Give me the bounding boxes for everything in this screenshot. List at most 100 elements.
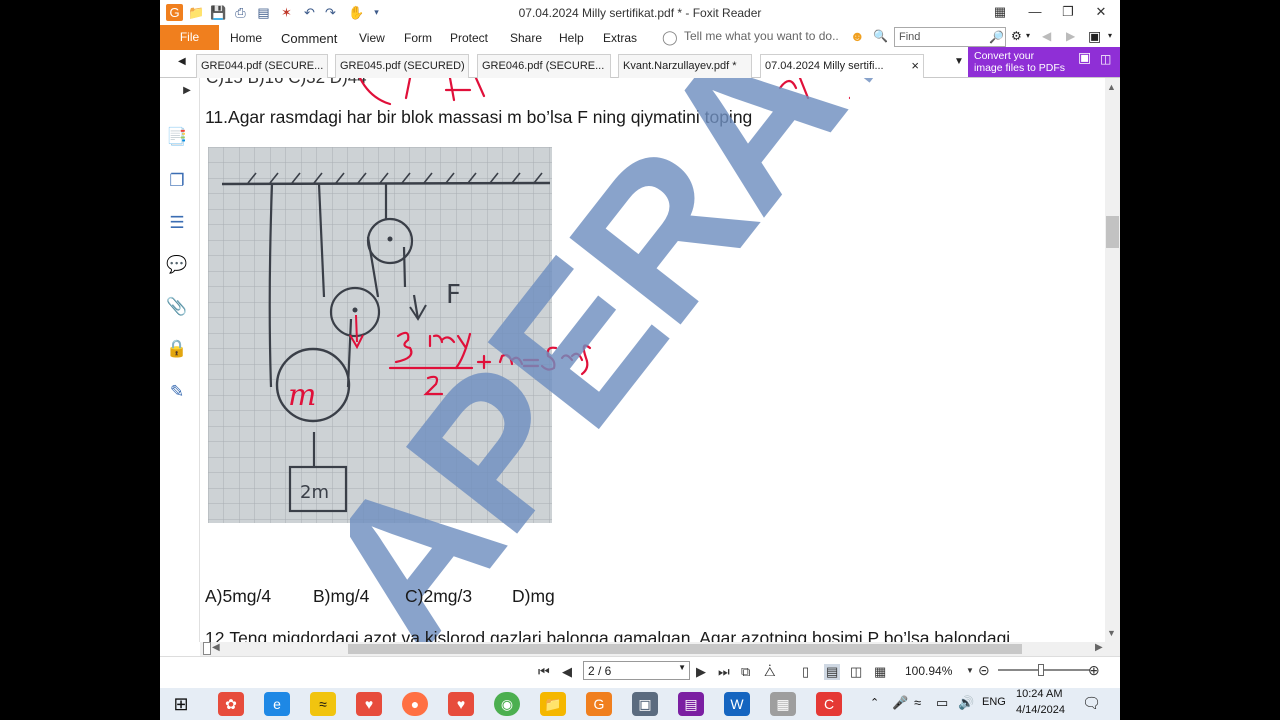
user-dropdown-icon[interactable]: ▾: [1108, 31, 1112, 40]
scroll-right-arrow-icon[interactable]: ▶: [1095, 642, 1103, 653]
page-number-field[interactable]: 2 / 6 ▼: [583, 661, 690, 680]
chrome-icon[interactable]: ◉: [494, 692, 520, 716]
single-page-icon[interactable]: ▯: [802, 664, 809, 680]
continuous-facing-icon[interactable]: ▦: [874, 664, 886, 680]
first-page-icon[interactable]: ⏮: [538, 664, 550, 680]
menu-home[interactable]: Home: [230, 31, 262, 45]
attachments-icon[interactable]: 📎: [166, 296, 188, 318]
app-heart2-icon[interactable]: ♥: [448, 692, 474, 716]
minimize-button[interactable]: —: [1020, 2, 1050, 22]
previous-view-icon[interactable]: ⧉: [741, 664, 750, 680]
menu-help[interactable]: Help: [559, 31, 584, 45]
open-folder-icon[interactable]: 📁: [188, 4, 205, 21]
back-icon[interactable]: ◀: [1042, 29, 1051, 43]
tab-list-dropdown-icon[interactable]: ▼: [954, 56, 964, 67]
app-gray-icon[interactable]: ▣: [632, 692, 658, 716]
undo-icon[interactable]: ↶: [301, 4, 318, 21]
tab-scroll-left-icon[interactable]: ◀: [178, 56, 186, 67]
app-logo-icon[interactable]: G: [166, 4, 183, 21]
edge-browser-icon[interactable]: e: [264, 692, 290, 716]
vertical-scroll-thumb[interactable]: [1106, 216, 1119, 248]
zoom-dropdown-icon[interactable]: ▼: [966, 666, 974, 675]
user-icon[interactable]: ▣: [1088, 28, 1101, 45]
tab-close-icon[interactable]: ×: [911, 55, 919, 77]
file-menu[interactable]: File: [160, 25, 219, 50]
split-box[interactable]: [203, 642, 211, 655]
zoom-in-icon[interactable]: ⊕: [1088, 662, 1100, 679]
next-page-icon[interactable]: ▶: [696, 664, 706, 680]
horizontal-scroll-thumb[interactable]: [348, 644, 1022, 654]
close-window-button[interactable]: ✕: [1086, 2, 1116, 22]
clock-date[interactable]: 4/14/2024: [1016, 704, 1065, 716]
menu-form[interactable]: Form: [404, 31, 432, 45]
app-c-icon[interactable]: C: [816, 692, 842, 716]
volume-icon[interactable]: 🔊: [958, 695, 974, 711]
foxit-taskbar-icon[interactable]: G: [586, 692, 612, 716]
find-search-icon[interactable]: 🔎: [989, 30, 1004, 44]
comments-icon[interactable]: 💬: [166, 254, 188, 276]
bookmarks-icon[interactable]: 📑: [166, 126, 188, 148]
tell-me-search[interactable]: Tell me what you want to do..: [684, 29, 839, 43]
word-icon[interactable]: W: [724, 692, 750, 716]
next-view-icon[interactable]: ⧊: [764, 664, 776, 680]
menu-protect[interactable]: Protect: [450, 31, 488, 45]
save-icon[interactable]: 💾: [210, 4, 227, 21]
scroll-up-arrow-icon[interactable]: ▲: [1107, 82, 1116, 92]
file-explorer-icon[interactable]: 📁: [540, 692, 566, 716]
layers-icon[interactable]: ☰: [166, 212, 188, 234]
menu-extras[interactable]: Extras: [603, 31, 637, 45]
settings-gear-icon[interactable]: ⚙: [1011, 29, 1022, 43]
smiley-icon[interactable]: ☻: [850, 28, 865, 44]
menu-share[interactable]: Share: [510, 31, 542, 45]
properties-icon[interactable]: ▤: [255, 4, 272, 21]
calculator-icon[interactable]: ▦: [770, 692, 796, 716]
security-lock-icon[interactable]: 🔒: [166, 338, 188, 360]
tab-gre044[interactable]: GRE044.pdf (SECURE...: [196, 54, 328, 78]
last-page-icon[interactable]: ⏭: [718, 664, 730, 680]
facing-pages-icon[interactable]: ◫: [850, 664, 862, 680]
tab-kvant[interactable]: Kvant.Narzullayev.pdf *: [618, 54, 752, 78]
language-indicator[interactable]: ENG: [982, 696, 1006, 708]
zoom-out-icon[interactable]: ⊝: [978, 662, 990, 679]
zoom-slider[interactable]: [998, 664, 1090, 676]
scroll-left-arrow-icon[interactable]: ◀: [212, 642, 220, 653]
tray-expand-icon[interactable]: ⌃: [870, 696, 879, 709]
forward-icon[interactable]: ▶: [1066, 29, 1075, 43]
app-red-icon[interactable]: ✿: [218, 692, 244, 716]
wifi-icon[interactable]: ≈: [914, 695, 921, 710]
menu-comment[interactable]: Comment: [281, 31, 337, 46]
customize-dropdown-icon[interactable]: ▾: [368, 4, 385, 21]
settings-dropdown-icon[interactable]: ▾: [1026, 31, 1030, 40]
redo-icon[interactable]: ↷: [322, 4, 339, 21]
page-dropdown-icon[interactable]: ▼: [678, 663, 686, 672]
expand-panel-icon[interactable]: ▶: [176, 80, 198, 102]
ribbon-options-icon[interactable]: ▦: [985, 2, 1015, 22]
previous-page-icon[interactable]: ◀: [562, 664, 572, 680]
banner-close-icon[interactable]: ◫: [1100, 53, 1111, 65]
print-icon[interactable]: ⎙: [232, 4, 249, 21]
winrar-icon[interactable]: ▤: [678, 692, 704, 716]
search-folder-icon[interactable]: 🔍: [873, 29, 888, 43]
app-heart-icon[interactable]: ♥: [356, 692, 382, 716]
tab-active-document[interactable]: 07.04.2024 Milly sertifi... ×: [760, 54, 924, 78]
tab-gre045[interactable]: GRE045.pdf (SECURED): [335, 54, 469, 78]
signature-icon[interactable]: ✎: [166, 381, 188, 403]
battery-icon[interactable]: ▭: [936, 695, 948, 711]
zoom-level[interactable]: 100.94%: [905, 664, 952, 678]
scroll-down-arrow-icon[interactable]: ▼: [1107, 628, 1116, 638]
tab-gre046[interactable]: GRE046.pdf (SECURE...: [477, 54, 611, 78]
notifications-icon[interactable]: 🗨: [1082, 694, 1101, 712]
firefox-icon[interactable]: ●: [402, 692, 428, 716]
zoom-slider-handle[interactable]: [1038, 664, 1044, 676]
app-yellow-icon[interactable]: ≈: [310, 692, 336, 716]
windows-start-icon[interactable]: ⊞: [168, 692, 194, 716]
vertical-scrollbar[interactable]: ▲ ▼: [1105, 78, 1120, 642]
horizontal-scrollbar[interactable]: ◀ ▶: [200, 642, 1120, 656]
pages-icon[interactable]: ❐: [166, 170, 188, 192]
hand-tool-icon[interactable]: ✋: [348, 4, 365, 21]
new-icon[interactable]: ✶: [278, 4, 295, 21]
microphone-icon[interactable]: 🎤: [892, 695, 908, 711]
clock-time[interactable]: 10:24 AM: [1016, 688, 1062, 700]
menu-view[interactable]: View: [359, 31, 385, 45]
continuous-page-icon[interactable]: ▤: [824, 664, 841, 680]
